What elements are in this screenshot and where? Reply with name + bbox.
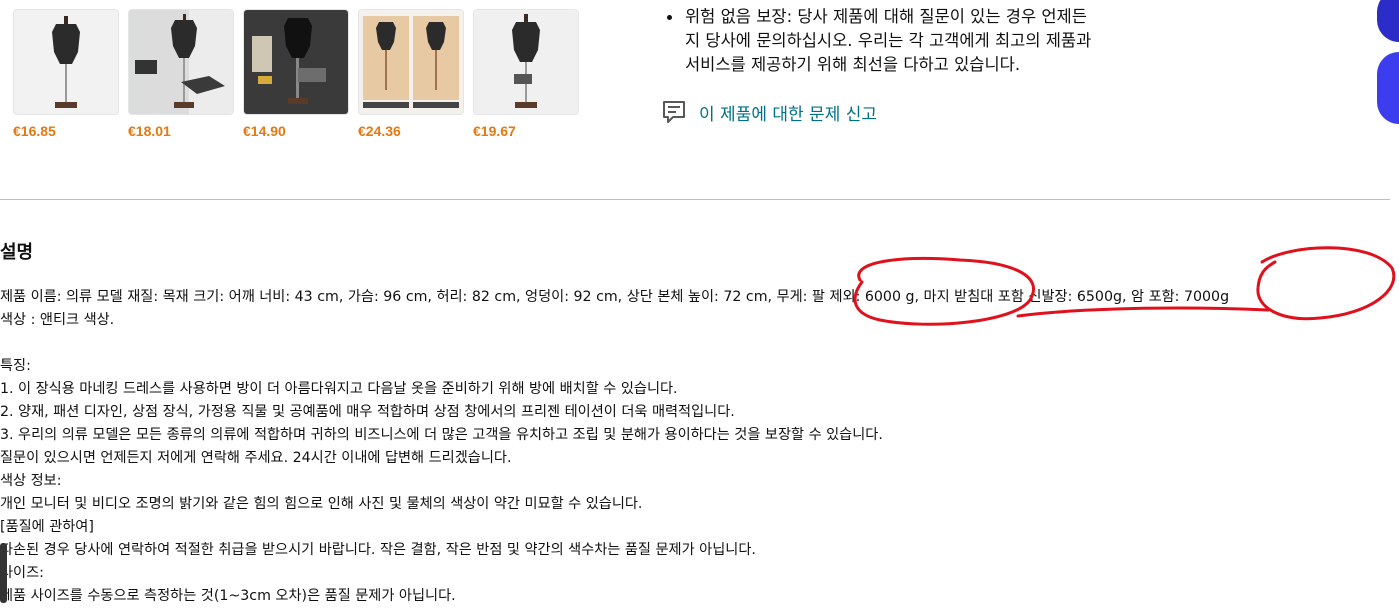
mannequin-image — [129, 10, 233, 114]
description-line: 3. 우리의 의류 모델은 모든 종류의 의류에 적합하며 귀하의 비즈니스에 … — [0, 427, 883, 443]
product-price[interactable]: €16.85 — [13, 123, 119, 139]
description-line: 사이즈: — [0, 565, 44, 581]
guarantee-bullet: 위험 없음 보장: 당사 제품에 대해 질문이 있는 경우 언제든 지 당사에 … — [667, 5, 1157, 77]
product-price[interactable]: €19.67 — [473, 123, 579, 139]
description-line: 1. 이 장식용 마네킹 드레스를 사용하면 방이 더 아름다워지고 다음날 옷… — [0, 381, 678, 397]
floating-widget-button[interactable] — [1377, 52, 1399, 124]
description-line: 파손된 경우 당사에 연락하여 적절한 취급을 받으시기 바랍니다. 작은 결함… — [0, 542, 756, 558]
description-line: 제품 이름: 의류 모델 재질: 목재 크기: 어깨 너비: 43 cm, 가슴… — [0, 289, 1230, 305]
description-line: 특징: — [0, 358, 31, 374]
product-thumbnail[interactable] — [473, 9, 579, 115]
report-issue-link[interactable]: 이 제품에 대한 문제 신고 — [661, 99, 877, 125]
product-thumbnail[interactable] — [128, 9, 234, 115]
guarantee-line: 위험 없음 보장: 당사 제품에 대해 질문이 있는 경우 언제든 — [685, 7, 1087, 26]
product-card[interactable]: €16.85 — [13, 9, 119, 139]
product-thumbnail[interactable] — [358, 9, 464, 115]
guarantee-bullet-list: 위험 없음 보장: 당사 제품에 대해 질문이 있는 경우 언제든 지 당사에 … — [667, 5, 1157, 77]
product-price[interactable]: €14.90 — [243, 123, 349, 139]
description-line: 개인 모니터 및 비디오 조명의 밝기와 같은 힘의 힘으로 인해 사진 및 물… — [0, 496, 643, 512]
product-thumbnail[interactable] — [243, 9, 349, 115]
guarantee-line: 지 당사에 문의하십시오. 우리는 각 고객에게 최고의 제품과 — [685, 31, 1092, 50]
product-card[interactable]: €19.67 — [473, 9, 579, 139]
mannequin-image — [359, 10, 463, 114]
mannequin-image — [14, 10, 118, 114]
description-line: 2. 양재, 패션 디자인, 상점 장식, 가정용 직물 및 공예품에 매우 적… — [0, 404, 735, 420]
description-line: 제품 사이즈를 수동으로 측정하는 것(1~3cm 오차)은 품질 문제가 아닙… — [0, 588, 456, 604]
product-card[interactable]: €18.01 — [128, 9, 234, 139]
guarantee-line: 서비스를 제공하기 위해 최선을 다하고 있습니다. — [685, 55, 1021, 74]
mannequin-image — [474, 10, 578, 114]
report-icon — [663, 101, 685, 123]
description-heading: 설명 — [0, 242, 34, 263]
section-divider — [0, 199, 1390, 200]
related-products-carousel: €16.85 €18.01 €14.90 €24.36 €19.67 — [13, 9, 583, 144]
description-line — [0, 332, 1395, 355]
description-body: 제품 이름: 의류 모델 재질: 목재 크기: 어깨 너비: 43 cm, 가슴… — [0, 286, 1395, 608]
product-thumbnail[interactable] — [13, 9, 119, 115]
product-price[interactable]: €24.36 — [358, 123, 464, 139]
product-price[interactable]: €18.01 — [128, 123, 234, 139]
scrollbar-handle[interactable] — [0, 543, 7, 603]
description-line: [품질에 관하여] — [0, 519, 94, 535]
product-card[interactable]: €24.36 — [358, 9, 464, 139]
description-line: 질문이 있으시면 언제든지 저에게 연락해 주세요. 24시간 이내에 답변해 … — [0, 450, 512, 466]
mannequin-image — [244, 10, 348, 114]
floating-widget-button[interactable] — [1377, 0, 1399, 42]
description-line: 색상 : 앤티크 색상. — [0, 312, 115, 328]
product-card[interactable]: €14.90 — [243, 9, 349, 139]
description-line: 색상 정보: — [0, 473, 62, 489]
report-issue-label[interactable]: 이 제품에 대한 문제 신고 — [699, 100, 877, 125]
